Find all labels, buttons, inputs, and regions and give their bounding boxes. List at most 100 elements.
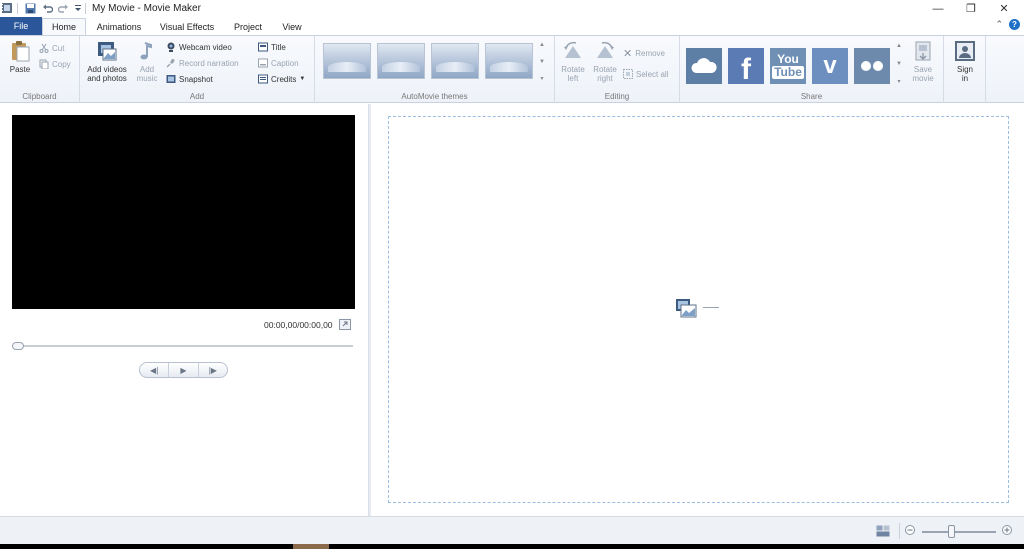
tab-visual-effects[interactable]: Visual Effects [154,18,220,35]
add-music-button[interactable]: Add music [132,40,162,83]
zoom-out-icon[interactable] [905,525,915,535]
tab-project[interactable]: Project [228,18,268,35]
theme-thumbnail[interactable] [431,43,479,79]
next-frame-button[interactable]: |▶ [199,363,227,377]
rotate-left-button[interactable]: Rotate left [557,40,589,83]
paste-button[interactable]: Paste [6,40,34,74]
save-icon[interactable] [24,2,36,14]
add-videos-button[interactable]: Add videos and photos [84,40,130,83]
vimeo-icon: v [823,52,837,79]
snapshot-icon [166,75,176,83]
fullscreen-preview-button[interactable] [339,319,351,330]
zoom-slider-handle[interactable] [948,525,955,538]
seek-handle[interactable] [12,342,24,350]
scroll-down-icon[interactable]: ▼ [539,59,545,65]
onedrive-share-button[interactable] [686,48,722,84]
expand-gallery-icon[interactable]: ▾ [897,78,900,85]
qat-divider [17,3,18,14]
music-note-icon [140,42,152,60]
paste-icon [12,41,30,62]
add-videos-label-2: and photos [87,74,127,83]
copy-icon [39,59,49,69]
save-movie-button[interactable]: Save movie [908,40,938,83]
minimize-button[interactable]: — [923,0,953,17]
title-icon [258,42,268,52]
remove-icon: ✕ [623,47,633,60]
snapshot-label: Snapshot [179,74,213,84]
rotate-left-icon [564,41,581,58]
status-divider [899,523,900,539]
youtube-tube-label: Tube [772,65,804,79]
zoom-in-icon[interactable] [1002,525,1012,535]
tab-animations[interactable]: Animations [92,18,146,35]
help-icon[interactable]: ? [1009,19,1020,30]
scroll-up-icon[interactable]: ▲ [539,42,545,48]
zoom-slider-track[interactable] [922,531,996,533]
add-videos-label-1: Add videos [87,65,127,74]
caption-button[interactable]: Caption [258,56,299,70]
scroll-down-icon[interactable]: ▼ [896,61,902,67]
storyboard-pane [371,104,1024,516]
theme-thumbnail[interactable] [323,43,371,79]
add-music-label-2: music [136,74,158,83]
movie-maker-icon [1,2,13,14]
status-bar [0,516,1024,544]
play-button[interactable]: ▶ [169,363,199,377]
remove-button[interactable]: ✕ Remove [623,46,665,60]
webcam-video-button[interactable]: Webcam video [166,40,232,54]
tab-file[interactable]: File [0,17,42,35]
caption-icon [258,58,268,68]
preview-pane: 00:00,00/00:00,00 ◀| ▶ |▶ [0,104,368,516]
video-preview[interactable] [12,115,355,309]
vimeo-share-button[interactable]: v [812,48,848,84]
add-group: Add videos and photos Add music Webcam v… [80,36,315,103]
collapse-ribbon-icon[interactable]: ⌃ [995,19,1003,30]
rotate-left-label-1: Rotate [561,65,585,74]
restore-button[interactable]: ❐ [956,0,986,17]
close-button[interactable]: ✕ [989,0,1019,17]
sign-in-label-1: Sign [956,65,973,74]
seek-bar[interactable] [12,345,353,347]
share-gallery-scroll[interactable]: ▲ ▼ ▾ [894,43,904,85]
youtube-share-button[interactable]: You Tube [770,48,806,84]
dropdown-arrow-icon[interactable] [72,2,84,14]
theme-thumbnail[interactable] [377,43,425,79]
taskbar-accent [293,544,329,549]
onedrive-cloud-icon [691,58,717,73]
rotate-right-icon [597,41,614,58]
select-all-button[interactable]: Select all [623,67,668,81]
credits-label: Credits [271,74,297,84]
redo-icon[interactable] [57,2,69,14]
undo-icon[interactable] [41,2,53,14]
facebook-share-button[interactable]: f [728,48,764,86]
select-all-icon [623,69,633,79]
thumbnail-size-icon[interactable] [876,525,890,537]
add-media-placeholder-icon[interactable] [675,298,697,318]
editing-group-label: Editing [604,92,630,101]
expand-icon [342,321,348,327]
caption-label: Caption [271,58,299,68]
tab-view[interactable]: View [276,18,308,35]
flickr-share-button[interactable] [854,48,890,84]
themes-gallery-scroll[interactable]: ▲ ▼ ▾ [537,42,547,82]
storyboard-drop-zone[interactable] [388,116,1009,503]
theme-thumbnail[interactable] [485,43,533,79]
ribbon: Paste Cut Copy Clipboard Add videos and … [0,35,1024,103]
user-account-icon [955,41,975,61]
previous-frame-button[interactable]: ◀| [140,363,170,377]
copy-button[interactable]: Copy [39,57,71,71]
flickr-icon [861,61,883,71]
rotate-right-button[interactable]: Rotate right [589,40,621,83]
record-narration-button[interactable]: Record narration [166,56,239,70]
scroll-up-icon[interactable]: ▲ [896,43,902,49]
tab-home[interactable]: Home [42,18,86,35]
cut-button[interactable]: Cut [39,41,64,55]
save-movie-label-2: movie [912,74,934,83]
expand-gallery-icon[interactable]: ▾ [540,75,543,82]
snapshot-button[interactable]: Snapshot [166,72,213,86]
title-button[interactable]: Title [258,40,286,54]
ribbon-tabs: File Home Animations Visual Effects Proj… [0,17,1024,35]
credits-button[interactable]: Credits ▼ [258,72,305,86]
editing-group: Rotate left Rotate right ✕ Remove Select… [555,36,680,103]
sign-in-button[interactable]: Sign in [950,40,980,83]
